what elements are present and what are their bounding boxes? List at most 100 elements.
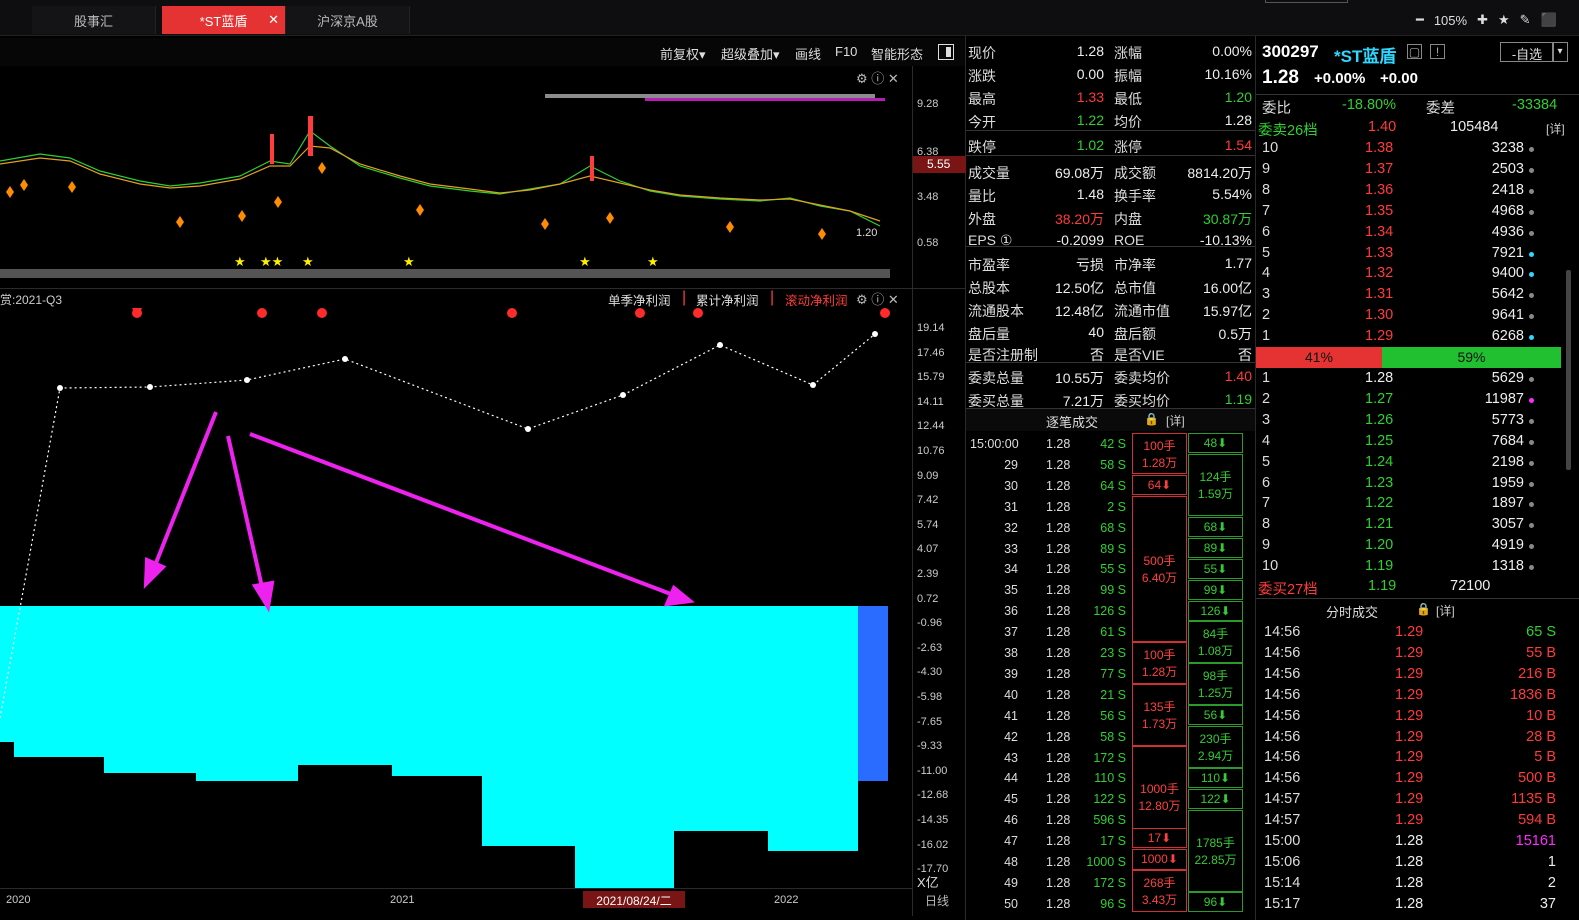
- chevron-down-icon[interactable]: ▾: [1552, 42, 1568, 62]
- overlay-dropdown[interactable]: 超级叠加▾: [721, 44, 780, 63]
- draw-button[interactable]: 画线: [795, 44, 821, 63]
- order-level[interactable]: 5 1.24 2198: [1262, 452, 1572, 473]
- minus-icon[interactable]: ━: [1416, 12, 1424, 28]
- plus-icon[interactable]: ✚: [1477, 12, 1488, 28]
- f10-button[interactable]: F10: [835, 44, 857, 59]
- order-level[interactable]: 7 1.35 4968: [1262, 201, 1572, 222]
- trade-time: 37: [1004, 625, 1018, 640]
- y-tick: 9.09: [917, 469, 939, 482]
- order-level[interactable]: 8 1.36 2418: [1262, 180, 1572, 201]
- unit-label: X亿: [917, 875, 939, 890]
- trade-volume: 61 S: [1100, 625, 1126, 640]
- adjust-dropdown[interactable]: 前复权▾: [660, 44, 706, 63]
- order-level[interactable]: 9 1.20 4919: [1262, 535, 1572, 556]
- lock-icon[interactable]: 🔒: [1144, 412, 1159, 426]
- svg-text:★: ★: [647, 254, 659, 269]
- order-level[interactable]: 7 1.22 1897: [1262, 493, 1572, 514]
- kline-chart[interactable]: ★ ★★ ★ ★ ★ ★ 1.20 ⚙ ⓘ ✕: [0, 66, 912, 288]
- sell-group-box: 1000⬇: [1132, 849, 1187, 870]
- level-volume: 1318: [1491, 558, 1524, 575]
- order-level[interactable]: 6 1.34 4936: [1262, 222, 1572, 243]
- box-line: 98手: [1202, 669, 1229, 683]
- y-tick: -7.65: [917, 715, 943, 728]
- order-level[interactable]: 10 1.38 3238: [1262, 138, 1572, 159]
- tick-row: 15:00 1.28 15161: [1262, 832, 1572, 853]
- panel-icons[interactable]: ⚙ ⓘ ✕: [856, 289, 899, 308]
- buy-group-box: 68⬇: [1188, 517, 1243, 537]
- order-level[interactable]: 3 1.26 5773: [1262, 410, 1572, 431]
- tick-row: 14:57 1.29 1135 B: [1262, 790, 1572, 811]
- level-index: 4: [1262, 432, 1271, 449]
- alert-icon[interactable]: !: [1430, 44, 1445, 59]
- sell-group-box: 500手 6.40万: [1132, 496, 1187, 642]
- ticks-detail-link[interactable]: [详]: [1436, 602, 1455, 619]
- tick-time: 14:56: [1264, 686, 1301, 703]
- trade-volume: 58 S: [1100, 457, 1126, 472]
- copy-icon[interactable]: ▢: [1407, 44, 1422, 59]
- quote-label: 市净率: [1114, 257, 1156, 273]
- sell-group-box: 17⬇: [1132, 828, 1187, 848]
- trade-time: 36: [1004, 604, 1018, 619]
- tab-gushihui[interactable]: 股事汇: [32, 6, 156, 34]
- expand-icon[interactable]: ⬛: [1541, 12, 1557, 28]
- box-line: 268手: [1143, 876, 1176, 890]
- level-volume: 1959: [1491, 474, 1524, 491]
- weibi-label: 委比: [1262, 101, 1291, 117]
- box-line: 110⬇: [1200, 771, 1231, 785]
- scrollbar[interactable]: [1566, 270, 1571, 470]
- trade-time: 45: [1004, 792, 1018, 807]
- order-level[interactable]: 1 1.28 5629: [1262, 368, 1572, 389]
- search-box-edge[interactable]: [1265, 0, 1348, 3]
- order-level[interactable]: 10 1.19 1318: [1262, 556, 1572, 577]
- sell-depth-label[interactable]: 委卖26档: [1258, 119, 1318, 140]
- close-icon[interactable]: ✕: [268, 12, 279, 28]
- buy-depth-label[interactable]: 委买27档: [1258, 578, 1318, 599]
- smart-pattern-button[interactable]: 智能形态: [871, 44, 923, 63]
- order-level[interactable]: 9 1.37 2503: [1262, 159, 1572, 180]
- order-level[interactable]: 2 1.30 9641: [1262, 305, 1572, 326]
- order-level[interactable]: 2 1.27 11987: [1262, 389, 1572, 410]
- tick-row: 14:56 1.29 500 B: [1262, 769, 1572, 790]
- quote-label: 总股本: [968, 280, 1010, 296]
- quote-value: 1.19: [1224, 391, 1252, 407]
- level-volume: 6268: [1491, 328, 1524, 345]
- order-level[interactable]: 5 1.33 7921: [1262, 243, 1572, 264]
- period-label[interactable]: 日线: [925, 892, 949, 909]
- level-price: 1.35: [1365, 202, 1394, 219]
- order-level[interactable]: 4 1.32 9400: [1262, 263, 1572, 284]
- quote-label: 成交额: [1114, 165, 1156, 181]
- trade-volume: 172 S: [1093, 750, 1126, 765]
- level-volume: 4936: [1491, 223, 1524, 240]
- star-icon[interactable]: ★: [1498, 12, 1510, 28]
- order-level[interactable]: 1 1.29 6268: [1262, 326, 1572, 347]
- tick-time: 15:00: [1264, 833, 1301, 849]
- trades-detail-link[interactable]: [详]: [1166, 412, 1185, 429]
- tick-price: 1.29: [1395, 624, 1424, 640]
- lock-icon[interactable]: 🔒: [1416, 602, 1431, 616]
- y-tick: 14.11: [917, 395, 944, 408]
- level-volume: 1897: [1491, 495, 1524, 512]
- profit-chart[interactable]: [0, 308, 912, 888]
- layout-icon[interactable]: [938, 44, 954, 60]
- order-level[interactable]: 4 1.25 7684: [1262, 431, 1572, 452]
- order-level[interactable]: 8 1.21 3057: [1262, 514, 1572, 535]
- trade-time: 48: [1004, 855, 1018, 869]
- order-dot: [1529, 335, 1534, 341]
- order-level[interactable]: 3 1.31 5642: [1262, 284, 1572, 305]
- tab-hushenjing[interactable]: 沪深京A股: [286, 6, 410, 34]
- tab-st-landun[interactable]: *ST蓝盾 ✕: [162, 6, 286, 34]
- tab-cumulative-profit[interactable]: 累计净利润: [696, 290, 759, 309]
- watchlist-button[interactable]: -自选: [1500, 42, 1554, 62]
- tab-rolling-profit[interactable]: 滚动净利润: [785, 290, 848, 309]
- order-level[interactable]: 6 1.23 1959: [1262, 473, 1572, 494]
- trade-price: 1.28: [1046, 896, 1071, 911]
- svg-text:★★: ★★: [260, 254, 283, 269]
- svg-text:★: ★: [403, 254, 415, 269]
- sell-depth-detail[interactable]: [详]: [1546, 120, 1565, 137]
- panel-icons[interactable]: ⚙ ⓘ ✕: [856, 68, 899, 87]
- tab-quarter-profit[interactable]: 单季净利润: [608, 290, 671, 309]
- pen-icon[interactable]: ✎: [1520, 12, 1531, 28]
- trade-price: 1.28: [1046, 520, 1071, 535]
- cursor-date: 2021/08/24/二: [583, 891, 685, 908]
- level-index: 8: [1262, 516, 1271, 533]
